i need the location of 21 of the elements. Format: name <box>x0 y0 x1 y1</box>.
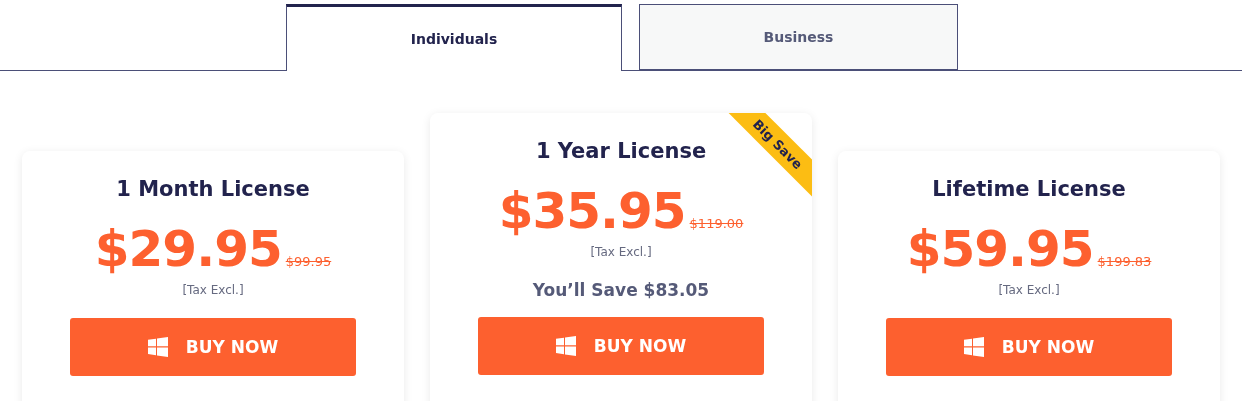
tax-note: [Tax Excl.] <box>590 244 652 261</box>
buy-now-button[interactable]: BUY NOW <box>478 317 764 375</box>
price: $35.95 <box>498 181 686 241</box>
tax-note: [Tax Excl.] <box>998 282 1060 299</box>
tab[interactable]: Business <box>639 4 958 70</box>
price: $29.95 <box>94 219 282 279</box>
old-price: $119.00 <box>689 216 744 231</box>
buy-now-button[interactable]: BUY NOW <box>70 318 356 376</box>
windows-icon <box>963 337 984 357</box>
plan-title: Lifetime License <box>932 176 1126 203</box>
plan-title: 1 Month License <box>116 176 310 203</box>
buy-now-button[interactable]: BUY NOW <box>886 318 1172 376</box>
savings-text: You’ll Save $83.05 <box>532 279 710 301</box>
tax-note: [Tax Excl.] <box>182 282 244 299</box>
windows-icon <box>555 336 576 356</box>
price: $59.95 <box>906 219 1094 279</box>
old-price: $199.83 <box>1097 254 1152 269</box>
tab[interactable]: Individuals <box>286 4 622 71</box>
plan-title: 1 Year License <box>535 138 707 165</box>
old-price: $99.95 <box>285 254 332 269</box>
windows-icon <box>147 337 168 357</box>
